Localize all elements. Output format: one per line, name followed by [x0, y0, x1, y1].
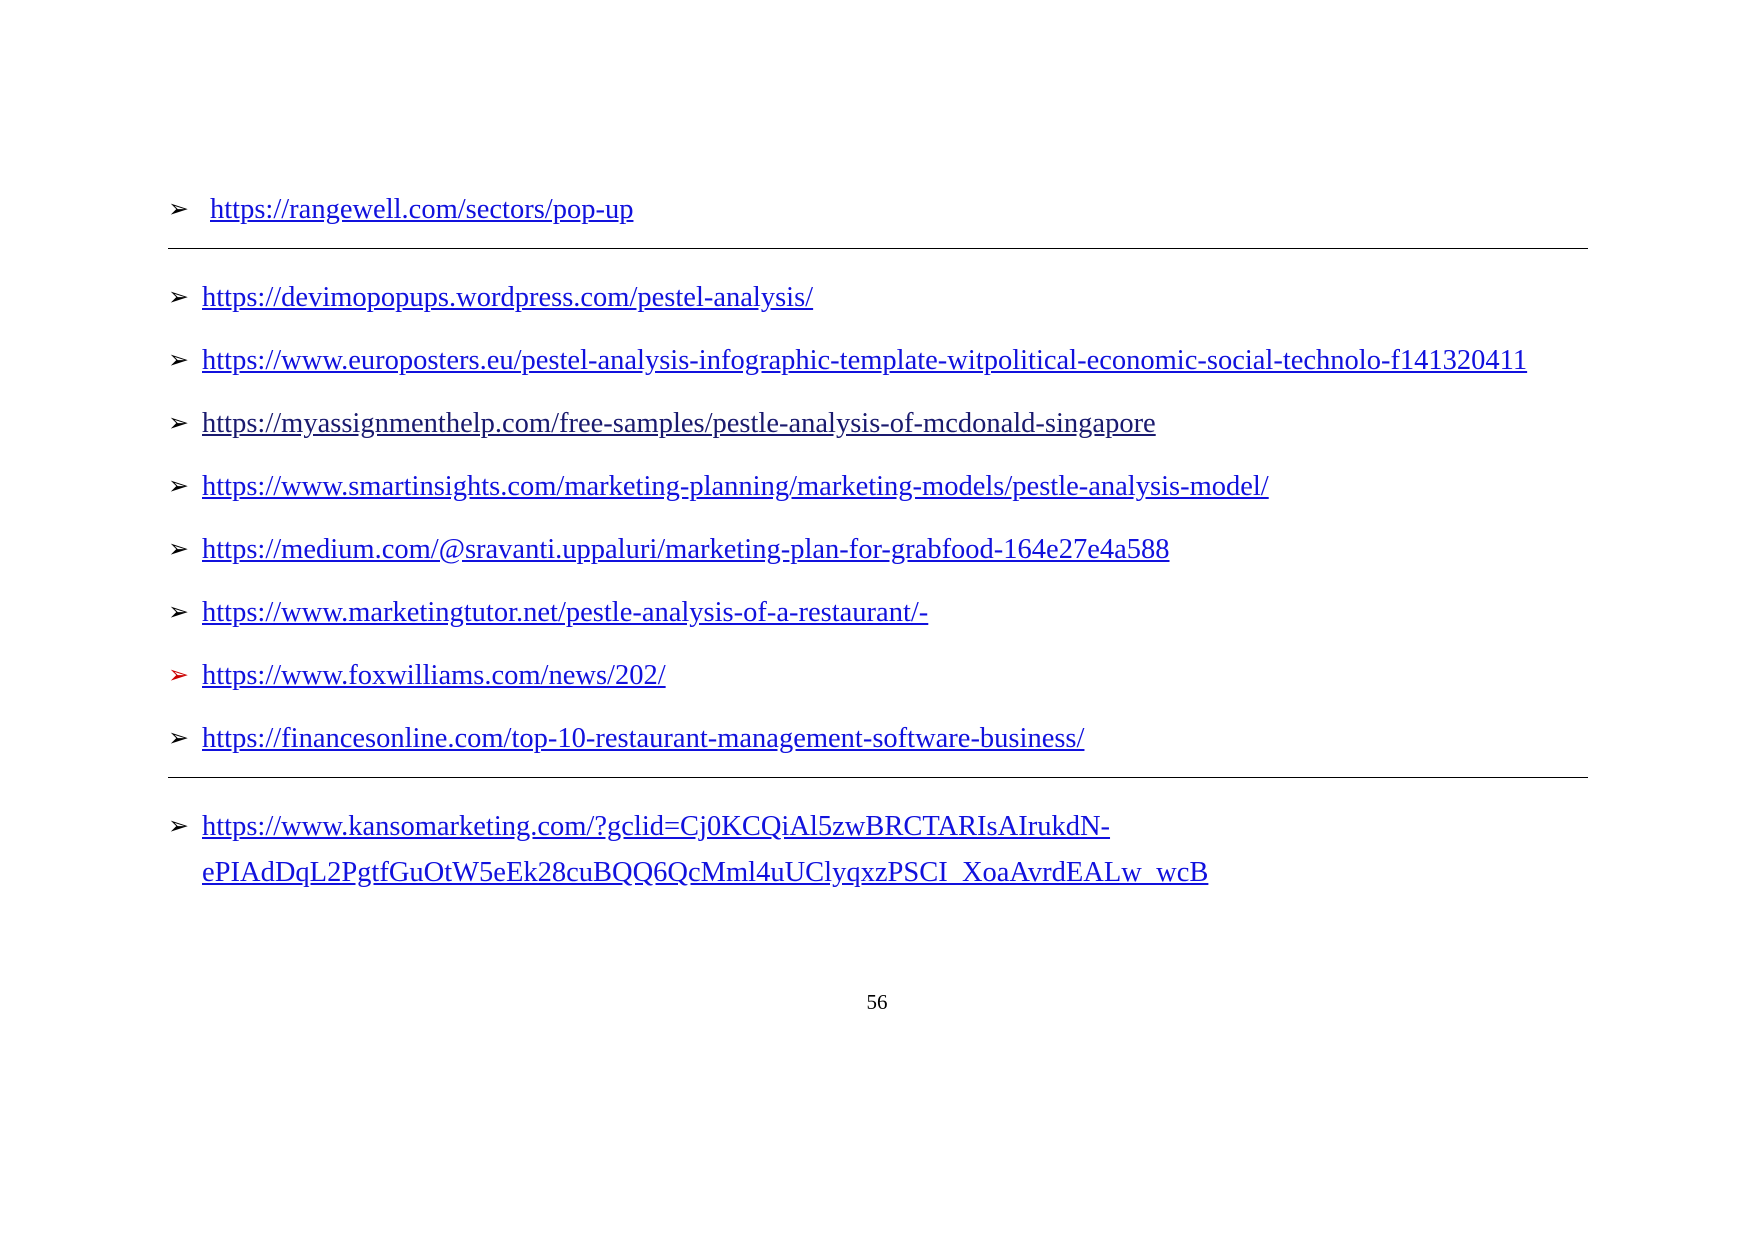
arrow-bullet-icon: ➢ — [168, 534, 189, 563]
page-number: 56 — [866, 990, 888, 1014]
list-item[interactable]: ➢ https://www.marketingtutor.net/pestle-… — [168, 588, 1588, 651]
arrow-bullet-icon: ➢ — [168, 194, 189, 223]
list-item[interactable]: ➢ https://myassignmenthelp.com/free-samp… — [168, 399, 1588, 462]
hyperlink-rangewell[interactable]: https://rangewell.com/sectors/pop-up — [210, 194, 633, 225]
link-container: https://www.foxwilliams.com/news/202/ — [202, 651, 1588, 699]
hyperlink-kansomarketing-line1[interactable]: https://www.kansomarketing.com/?gclid=Cj… — [202, 804, 1588, 850]
link-container: https://rangewell.com/sectors/pop-up — [202, 185, 1588, 233]
arrow-bullet-icon: ➢ — [168, 597, 189, 626]
link-container: https://www.smartinsights.com/marketing-… — [202, 462, 1588, 510]
link-container: https://devimopopups.wordpress.com/peste… — [202, 273, 1588, 321]
link-container: https://financesonline.com/top-10-restau… — [202, 714, 1588, 762]
link-container: https://www.marketingtutor.net/pestle-an… — [202, 588, 1588, 636]
hyperlink-marketingtutor[interactable]: https://www.marketingtutor.net/pestle-an… — [202, 597, 928, 628]
hyperlink-myassignmenthelp[interactable]: https://myassignmenthelp.com/free-sample… — [202, 408, 1156, 439]
list-item[interactable]: ➢ https://financesonline.com/top-10-rest… — [168, 714, 1588, 778]
hyperlink-foxwilliams[interactable]: https://www.foxwilliams.com/news/202/ — [202, 660, 666, 691]
hyperlink-devimopopups[interactable]: https://devimopopups.wordpress.com/peste… — [202, 282, 813, 313]
link-container: https://medium.com/@sravanti.uppaluri/ma… — [202, 525, 1588, 573]
arrow-bullet-icon: ➢ — [168, 811, 189, 840]
list-item[interactable]: ➢ https://www.foxwilliams.com/news/202/ — [168, 651, 1588, 714]
list-item[interactable]: ➢ https://devimopopups.wordpress.com/pes… — [168, 273, 1588, 336]
hyperlink-europosters[interactable]: https://www.europosters.eu/pestel-analys… — [202, 345, 1527, 376]
hyperlink-financesonline[interactable]: https://financesonline.com/top-10-restau… — [202, 723, 1084, 754]
arrow-bullet-icon: ➢ — [168, 282, 189, 311]
arrow-bullet-icon: ➢ — [168, 408, 189, 437]
arrow-bullet-icon: ➢ — [168, 345, 189, 374]
arrow-bullet-icon: ➢ — [168, 471, 189, 500]
list-item[interactable]: ➢ https://www.kansomarketing.com/?gclid=… — [168, 802, 1588, 897]
hyperlink-kansomarketing-line2[interactable]: ePIAdDqL2PgtfGuOtW5eEk28cuBQQ6QcMml4uUCl… — [202, 850, 1588, 896]
arrow-bullet-icon: ➢ — [168, 660, 189, 689]
list-item[interactable]: ➢ https://rangewell.com/sectors/pop-up — [168, 185, 1588, 249]
document-page: ➢ https://rangewell.com/sectors/pop-up ➢… — [0, 0, 1754, 1241]
hyperlink-smartinsights[interactable]: https://www.smartinsights.com/marketing-… — [202, 471, 1269, 502]
list-item[interactable]: ➢ https://medium.com/@sravanti.uppaluri/… — [168, 525, 1588, 588]
link-container: https://myassignmenthelp.com/free-sample… — [202, 399, 1588, 447]
reference-link-list: ➢ https://rangewell.com/sectors/pop-up ➢… — [168, 185, 1588, 897]
arrow-bullet-icon: ➢ — [168, 723, 189, 752]
list-item[interactable]: ➢ https://www.smartinsights.com/marketin… — [168, 462, 1588, 525]
link-container: https://www.europosters.eu/pestel-analys… — [202, 336, 1588, 384]
list-item[interactable]: ➢ https://www.europosters.eu/pestel-anal… — [168, 336, 1588, 399]
link-container: https://www.kansomarketing.com/?gclid=Cj… — [202, 802, 1588, 896]
hyperlink-medium[interactable]: https://medium.com/@sravanti.uppaluri/ma… — [202, 534, 1170, 565]
